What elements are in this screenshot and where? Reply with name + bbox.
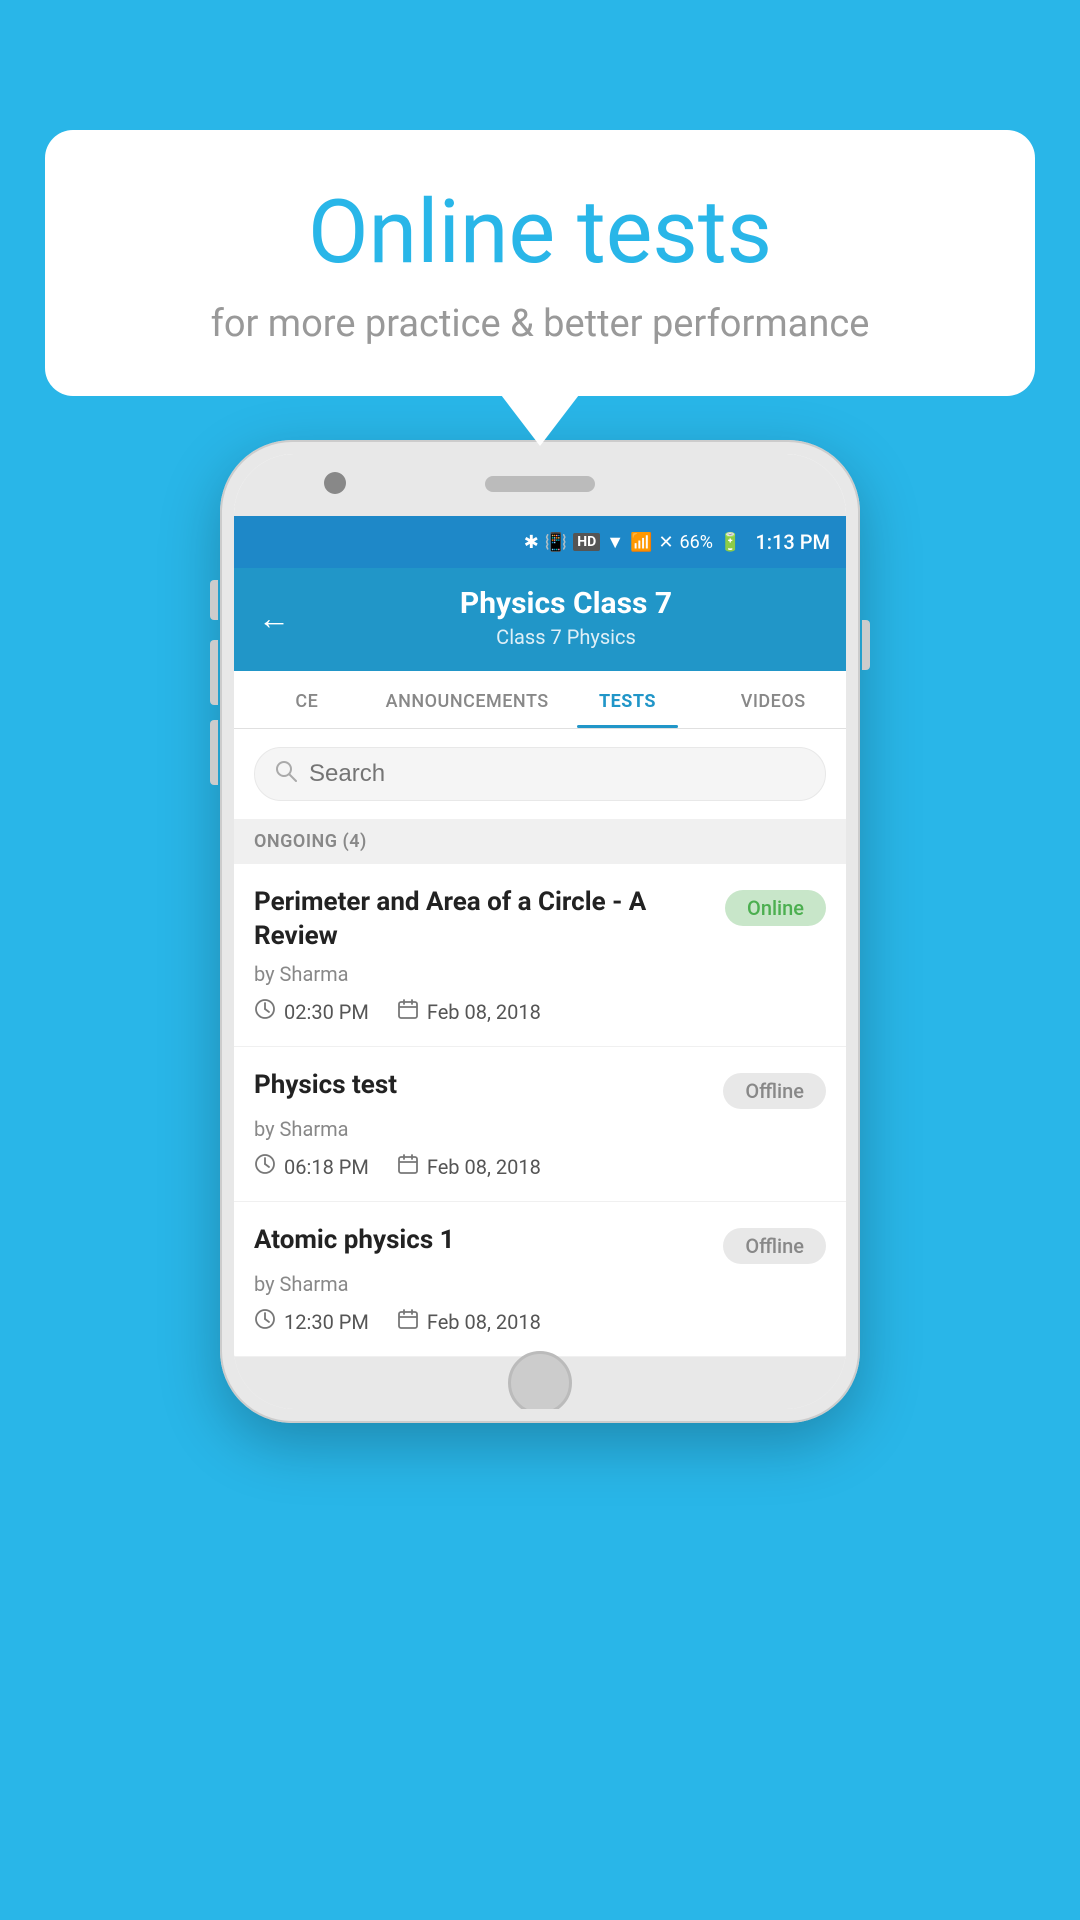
earpiece-speaker — [485, 476, 595, 492]
clock-icon-0 — [254, 998, 276, 1026]
volume-down-button — [210, 720, 218, 785]
test-badge-2: Offline — [723, 1228, 826, 1264]
test-time-text-1: 06:18 PM — [284, 1155, 369, 1179]
test-by-0: by Sharma — [254, 962, 826, 986]
front-camera — [324, 472, 346, 494]
speech-bubble: Online tests for more practice & better … — [45, 130, 1035, 396]
mute-button — [210, 580, 218, 620]
signal-icon: 📶 — [630, 532, 652, 553]
power-button — [862, 620, 870, 670]
bubble-subtitle: for more practice & better performance — [105, 302, 975, 346]
test-name-0: Perimeter and Area of a Circle - A Revie… — [254, 886, 725, 954]
tab-ce[interactable]: CE — [234, 671, 380, 728]
tab-tests[interactable]: TESTS — [555, 671, 701, 728]
test-name-1: Physics test — [254, 1069, 723, 1103]
app-header: ← Physics Class 7 Class 7 Physics — [234, 568, 846, 671]
status-bar: ✱ 📳 HD ▼ 📶 ✕ 66% 🔋 1:13 PM — [234, 516, 846, 568]
test-by-2: by Sharma — [254, 1272, 826, 1296]
volume-up-button — [210, 640, 218, 705]
clock-icon-2 — [254, 1308, 276, 1336]
test-time-2: 12:30 PM — [254, 1308, 369, 1336]
wifi-icon: ▼ — [606, 532, 624, 553]
header-title-area: Physics Class 7 Class 7 Physics — [310, 586, 822, 649]
phone-screen: ✱ 📳 HD ▼ 📶 ✕ 66% 🔋 1:13 PM ← — [234, 516, 846, 1357]
battery-icon: 🔋 — [719, 532, 741, 553]
bluetooth-icon: ✱ — [524, 532, 539, 553]
battery-text: 66% — [680, 532, 713, 553]
test-meta-0: 02:30 PM Feb 08, 201 — [254, 998, 826, 1026]
test-item-2[interactable]: Atomic physics 1 Offline by Sharma — [234, 1202, 846, 1357]
test-date-text-2: Feb 08, 2018 — [427, 1310, 541, 1334]
search-bar[interactable] — [254, 747, 826, 801]
page-title: Physics Class 7 — [310, 586, 822, 621]
calendar-icon-2 — [397, 1308, 419, 1336]
test-time-text-2: 12:30 PM — [284, 1310, 369, 1334]
test-date-text-1: Feb 08, 2018 — [427, 1155, 541, 1179]
test-time-1: 06:18 PM — [254, 1153, 369, 1181]
bubble-title: Online tests — [105, 185, 975, 282]
calendar-icon-1 — [397, 1153, 419, 1181]
phone-mockup: ✱ 📳 HD ▼ 📶 ✕ 66% 🔋 1:13 PM ← — [220, 440, 860, 1423]
test-badge-1: Offline — [723, 1073, 826, 1109]
tab-announcements[interactable]: ANNOUNCEMENTS — [380, 671, 555, 728]
status-icons: ✱ 📳 HD ▼ 📶 ✕ 66% 🔋 1:13 PM — [524, 530, 830, 554]
test-name-2: Atomic physics 1 — [254, 1224, 723, 1258]
clock-icon-1 — [254, 1153, 276, 1181]
vibrate-icon: 📳 — [545, 532, 567, 553]
test-item-1[interactable]: Physics test Offline by Sharma — [234, 1047, 846, 1202]
test-time-text-0: 02:30 PM — [284, 1000, 369, 1024]
hd-badge: HD — [573, 533, 600, 551]
home-button[interactable] — [508, 1351, 572, 1409]
breadcrumb: Class 7 Physics — [310, 625, 822, 649]
test-meta-1: 06:18 PM Feb 08, 201 — [254, 1153, 826, 1181]
test-time-0: 02:30 PM — [254, 998, 369, 1026]
test-item-0[interactable]: Perimeter and Area of a Circle - A Revie… — [234, 864, 846, 1047]
back-button[interactable]: ← — [258, 599, 290, 637]
test-date-2: Feb 08, 2018 — [397, 1308, 541, 1336]
test-date-text-0: Feb 08, 2018 — [427, 1000, 541, 1024]
test-meta-2: 12:30 PM Feb 08, 201 — [254, 1308, 826, 1336]
calendar-icon-0 — [397, 998, 419, 1026]
phone-bottom-hardware — [234, 1357, 846, 1409]
test-date-0: Feb 08, 2018 — [397, 998, 541, 1026]
no-sim-icon: ✕ — [658, 532, 673, 553]
search-input[interactable] — [309, 760, 805, 788]
tab-videos[interactable]: VIDEOS — [700, 671, 846, 728]
section-header: ONGOING (4) — [234, 819, 846, 864]
tabs-bar: CE ANNOUNCEMENTS TESTS VIDEOS — [234, 671, 846, 729]
test-by-1: by Sharma — [254, 1117, 826, 1141]
search-container — [234, 729, 846, 819]
search-icon — [275, 760, 297, 788]
phone-top-hardware — [234, 454, 846, 516]
test-date-1: Feb 08, 2018 — [397, 1153, 541, 1181]
test-badge-0: Online — [725, 890, 826, 926]
status-time: 1:13 PM — [755, 530, 830, 554]
